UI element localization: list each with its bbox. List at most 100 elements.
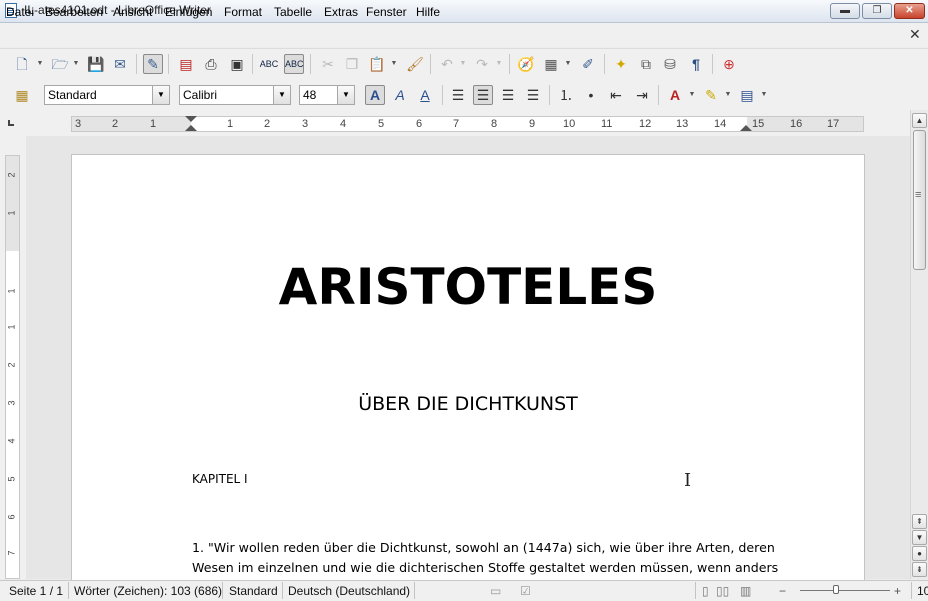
increase-indent-icon[interactable]: ⇥ — [632, 85, 652, 105]
menu-fenster[interactable]: Fenster — [366, 5, 407, 19]
bullets-icon[interactable]: • — [581, 85, 601, 105]
previous-page-button[interactable]: ⇞ — [912, 514, 927, 529]
help-icon[interactable]: ⊕ — [719, 54, 739, 74]
paste-dropdown-button[interactable]: ▼ — [390, 54, 398, 74]
clone-formatting-icon[interactable]: 🖌 — [405, 54, 425, 74]
first-line-indent-marker[interactable] — [185, 116, 197, 122]
undo-dropdown-button[interactable]: ▼ — [459, 54, 467, 74]
align-left-icon[interactable]: ☰ — [448, 85, 468, 105]
underline-icon[interactable]: A — [415, 85, 435, 105]
export-pdf-icon[interactable]: ▤ — [176, 54, 196, 74]
highlighting-dropdown-button[interactable]: ▼ — [724, 85, 732, 105]
document-page[interactable] — [71, 154, 865, 584]
navigator-icon[interactable]: 🧭 — [516, 54, 536, 74]
next-page-button[interactable]: ⇟ — [912, 562, 927, 577]
menu-ansicht[interactable]: Ansicht — [113, 5, 152, 19]
tab-type-selector[interactable] — [8, 120, 14, 126]
paste-icon[interactable]: 📋 — [367, 54, 387, 74]
auto-spellcheck-icon[interactable]: ABC — [284, 54, 304, 74]
chevron-down-icon[interactable]: ▼ — [273, 86, 290, 104]
background-color-icon[interactable]: ▤ — [737, 85, 757, 105]
font-size-select[interactable]: 48 ▼ — [299, 85, 355, 105]
status-separator — [911, 582, 912, 599]
show-draw-functions-icon[interactable]: ✐ — [578, 54, 598, 74]
zoom-in-icon[interactable]: + — [894, 584, 901, 598]
menu-format[interactable]: Format — [224, 5, 262, 19]
ruler-number: 7 — [453, 118, 460, 130]
italic-icon[interactable]: A — [390, 85, 410, 105]
database-icon[interactable]: ⛁ — [660, 54, 680, 74]
data-sources-icon[interactable]: ⧉ — [636, 54, 656, 74]
open-dropdown-button[interactable]: ▼ — [72, 54, 80, 74]
scrollbar-thumb[interactable] — [913, 130, 926, 270]
page-style[interactable]: Standard — [229, 584, 278, 598]
zoom-slider-handle[interactable] — [833, 585, 839, 594]
styles-and-formatting-icon[interactable]: ▦ — [12, 85, 32, 105]
cut-icon[interactable]: ✂ — [318, 54, 338, 74]
menu-tabelle[interactable]: Tabelle — [274, 5, 312, 19]
font-color-icon[interactable]: A — [665, 85, 685, 105]
edit-mode-icon[interactable]: ✎ — [143, 54, 163, 74]
spellcheck-icon[interactable]: ABC — [259, 54, 279, 74]
zoom-out-icon[interactable]: − — [779, 584, 786, 598]
font-color-dropdown-button[interactable]: ▼ — [688, 85, 696, 105]
new-dropdown-button[interactable]: ▼ — [36, 54, 44, 74]
email-icon[interactable]: ✉ — [110, 54, 130, 74]
status-separator — [222, 582, 223, 599]
right-indent-marker[interactable] — [740, 125, 752, 131]
multi-page-view-icon[interactable]: ▯▯ — [716, 584, 729, 598]
menu-einfuegen[interactable]: Einfügen — [165, 5, 212, 19]
digital-signature-icon[interactable]: ☑ — [520, 584, 531, 598]
gallery-icon[interactable]: ✦ — [611, 54, 631, 74]
scroll-down-small-button[interactable]: ▼ — [912, 530, 927, 545]
font-size-value: 48 — [303, 88, 317, 102]
left-indent-marker[interactable] — [185, 125, 197, 131]
close-document-button[interactable]: ✕ — [909, 26, 921, 43]
minimize-button[interactable]: ▬ — [830, 3, 860, 19]
navigation-object-button[interactable]: ● — [912, 546, 927, 561]
toolbar-separator — [136, 54, 137, 74]
redo-dropdown-button[interactable]: ▼ — [495, 54, 503, 74]
single-page-view-icon[interactable]: ▯ — [702, 584, 709, 598]
align-center-icon[interactable]: ☰ — [473, 85, 493, 105]
menu-datei[interactable]: Datei — [6, 5, 34, 19]
numbering-icon[interactable]: ⒈ — [556, 85, 576, 105]
open-folder-icon[interactable]: 🗁 — [50, 54, 70, 74]
zoom-level[interactable]: 10 — [917, 584, 928, 598]
menu-hilfe[interactable]: Hilfe — [416, 5, 440, 19]
word-count[interactable]: Wörter (Zeichen): 103 (686) — [74, 584, 222, 598]
decrease-indent-icon[interactable]: ⇤ — [606, 85, 626, 105]
menu-extras[interactable]: Extras — [324, 5, 358, 19]
page-count[interactable]: Seite 1 / 1 — [9, 584, 63, 598]
redo-icon[interactable]: ↷ — [472, 54, 492, 74]
formatting-marks-icon[interactable]: ¶ — [686, 54, 706, 74]
book-view-icon[interactable]: ▥ — [740, 584, 751, 598]
bold-icon[interactable]: A — [365, 85, 385, 105]
maximize-button[interactable]: ❐ — [862, 3, 892, 19]
toolbar-separator — [168, 54, 169, 74]
copy-icon[interactable]: ❐ — [342, 54, 362, 74]
font-name-select[interactable]: Calibri ▼ — [179, 85, 291, 105]
insert-mode-icon[interactable]: ▭ — [490, 584, 501, 598]
zoom-slider[interactable] — [800, 590, 890, 591]
save-icon[interactable]: 💾 — [86, 54, 106, 74]
background-color-dropdown-button[interactable]: ▼ — [760, 85, 768, 105]
ruler-number: 17 — [827, 118, 840, 130]
table-dropdown-button[interactable]: ▼ — [564, 54, 572, 74]
justify-icon[interactable]: ☰ — [523, 85, 543, 105]
print-icon[interactable]: ⎙ — [201, 54, 221, 74]
highlighting-icon[interactable]: ✎ — [701, 85, 721, 105]
print-preview-icon[interactable]: ▣ — [227, 54, 247, 74]
paragraph-style-select[interactable]: Standard ▼ — [44, 85, 170, 105]
scroll-up-button[interactable]: ▲ — [912, 113, 927, 128]
align-right-icon[interactable]: ☰ — [498, 85, 518, 105]
chevron-down-icon[interactable]: ▼ — [152, 86, 169, 104]
undo-icon[interactable]: ↶ — [437, 54, 457, 74]
menu-bearbeiten[interactable]: Bearbeiten — [45, 5, 103, 19]
new-document-icon[interactable]: 🗋 — [12, 54, 32, 74]
chevron-down-icon[interactable]: ▼ — [337, 86, 354, 104]
vertical-ruler[interactable]: 2 1 1 1 2 3 4 5 6 7 — [5, 155, 20, 579]
document-language[interactable]: Deutsch (Deutschland) — [288, 584, 410, 598]
table-icon[interactable]: ▦ — [541, 54, 561, 74]
close-window-button[interactable]: ✕ — [894, 3, 925, 19]
